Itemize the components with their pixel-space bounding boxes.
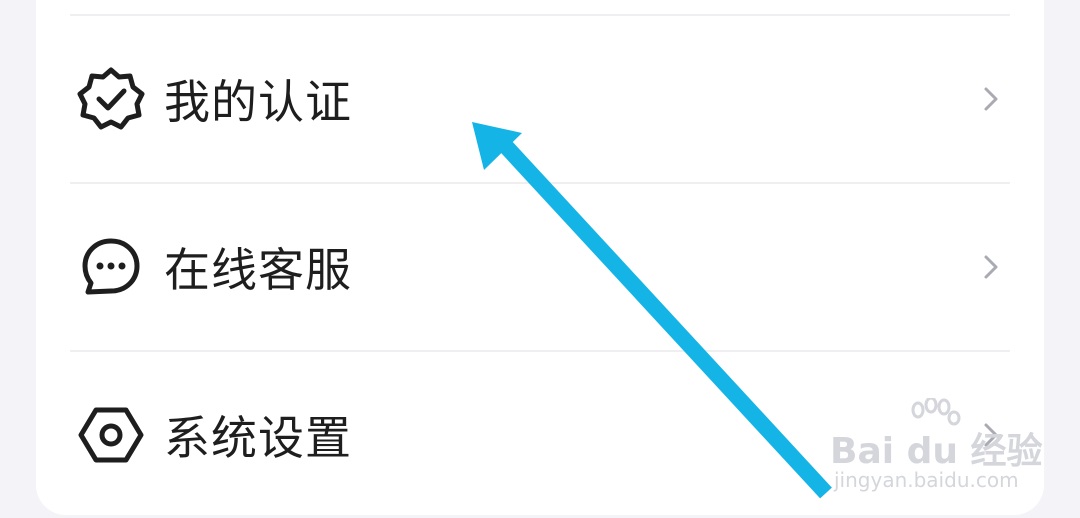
menu-item-label: 系统设置 [164,411,352,465]
menu-item-my-certification[interactable]: 我的认证 [70,16,1010,182]
watermark-brand: Bai du 经验 [830,431,1043,472]
menu-item-label: 在线客服 [164,243,352,297]
chat-bubble-icon [76,232,146,302]
chevron-right-icon [976,84,1006,114]
menu-item-online-support[interactable]: 在线客服 [70,184,1010,350]
baidu-jingyan-watermark: Bai du 经验 jingyan.baidu.com [830,398,1043,498]
chevron-right-icon [976,252,1006,282]
menu-item-label: 我的认证 [164,75,352,129]
verified-badge-icon [76,64,146,134]
settings-hexagon-icon [76,400,146,470]
watermark-url: jingyan.baidu.com [834,468,1019,492]
